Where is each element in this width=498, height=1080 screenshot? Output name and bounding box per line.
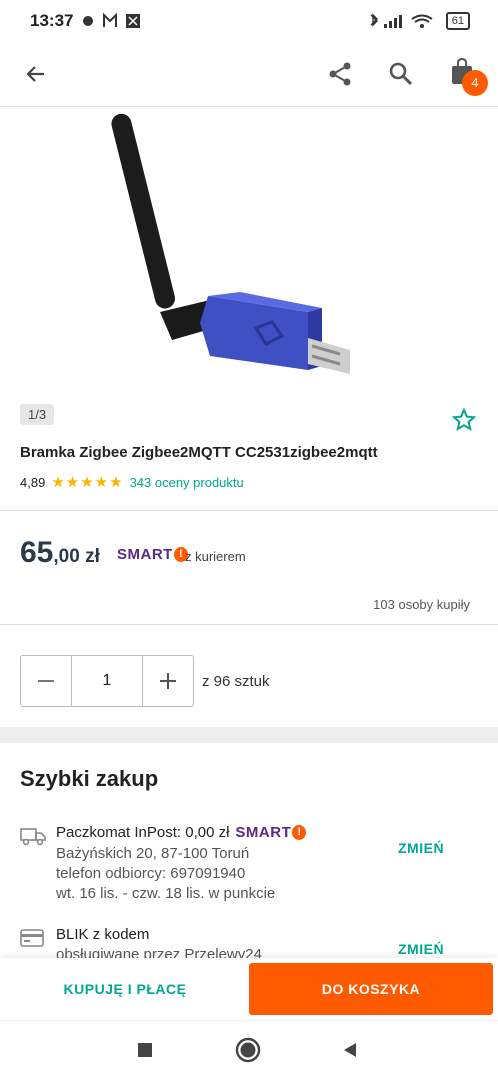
status-time: 13:37 xyxy=(30,11,74,30)
search-button[interactable] xyxy=(383,56,419,92)
product-title: Bramka Zigbee Zigbee2MQTT CC2531zigbee2m… xyxy=(20,444,378,461)
app-bar xyxy=(0,44,498,107)
payment-method: BLIK z kodem xyxy=(56,926,150,943)
divider xyxy=(0,510,498,511)
share-icon xyxy=(329,62,351,86)
battery-indicator: 61 xyxy=(445,12,470,30)
square-icon xyxy=(138,1043,152,1057)
decrease-button[interactable] xyxy=(21,656,71,706)
rating-stars: ★★★★★ xyxy=(51,474,124,491)
product-image[interactable] xyxy=(60,108,440,400)
back-button[interactable] xyxy=(18,56,54,92)
shipping-smart-mark: ! xyxy=(292,825,307,840)
shipping-phone: telefon odbiorcy: 697091940 xyxy=(56,865,246,882)
divider xyxy=(0,624,498,625)
share-button[interactable] xyxy=(322,56,358,92)
smart-logo: SMART ! xyxy=(117,546,188,563)
circle-icon xyxy=(235,1037,261,1063)
system-nav-bar xyxy=(0,1020,498,1080)
minus-icon xyxy=(38,680,54,682)
star-outline-icon xyxy=(451,407,477,432)
reviews-link[interactable]: 343 oceny produktu xyxy=(130,475,244,490)
stock-info: z 96 sztuk xyxy=(202,673,270,690)
rating-value: 4,89 xyxy=(20,474,46,490)
smart-label: SMART xyxy=(117,546,173,563)
shipping-address: Bażyńskich 20, 87-100 Toruń xyxy=(56,845,250,862)
system-status: 61 xyxy=(368,12,470,30)
notification-icons xyxy=(82,12,152,33)
section-separator xyxy=(0,727,498,743)
signal-wifi-icons xyxy=(370,13,433,28)
change-shipping-button[interactable]: ZMIEŃ xyxy=(398,840,444,856)
price: 65,00 zł xyxy=(20,536,100,570)
home-button[interactable] xyxy=(233,1035,263,1065)
shipping-smart-logo: SMART ! xyxy=(235,824,307,841)
plus-icon xyxy=(160,673,176,689)
back-arrow-icon xyxy=(26,66,44,82)
triangle-back-icon xyxy=(344,1043,356,1057)
back-nav-button[interactable] xyxy=(335,1035,365,1065)
recent-apps-button[interactable] xyxy=(130,1035,160,1065)
cart-count-badge: 4 xyxy=(462,70,488,96)
increase-button[interactable] xyxy=(143,656,193,706)
shipping-method: Paczkomat InPost: 0,00 zł SMART ! xyxy=(56,824,307,841)
shipping-method-label: Paczkomat InPost: 0,00 zł xyxy=(56,824,230,841)
gallery-pager: 1/3 xyxy=(20,404,55,425)
price-fraction: ,00 zł xyxy=(53,546,100,567)
status-bar: 13:37 61 xyxy=(0,0,498,44)
quick-buy-title: Szybki zakup xyxy=(20,766,159,791)
quantity-stepper: 1 xyxy=(20,655,194,707)
favorite-button[interactable] xyxy=(451,407,477,437)
shipping-delivery-time: wt. 16 lis. - czw. 18 lis. w punkcie xyxy=(56,885,276,902)
add-to-cart-button[interactable]: DO KOSZYKA xyxy=(249,963,493,1015)
rating-row: 4,89 ★★★★★ 343 oceny produktu xyxy=(20,473,244,491)
search-icon xyxy=(389,62,413,86)
quantity-input[interactable]: 1 xyxy=(71,656,143,706)
shipping-smart-label: SMART xyxy=(235,824,292,841)
bought-count: 103 osoby kupiły xyxy=(373,597,470,612)
change-payment-button[interactable]: ZMIEŃ xyxy=(398,941,444,957)
buy-now-button[interactable]: KUPUJĘ I PŁACĘ xyxy=(0,963,250,1015)
truck-icon xyxy=(20,826,46,851)
delivery-note: z kurierem xyxy=(185,549,246,564)
payment-provider: obsługiwane przez Przelewy24 xyxy=(56,946,262,958)
price-main: 65 xyxy=(20,536,54,569)
card-icon xyxy=(20,929,44,952)
